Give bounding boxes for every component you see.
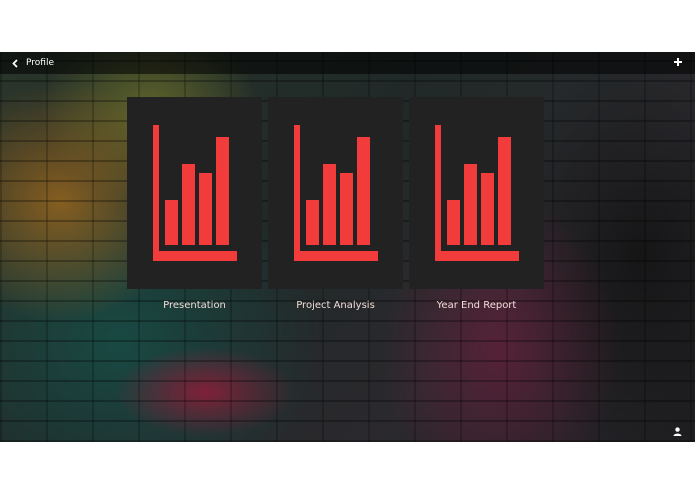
chevron-left-icon <box>12 58 18 68</box>
bar-chart-icon <box>293 125 378 261</box>
tile-card <box>127 97 262 289</box>
back-button[interactable]: Profile <box>12 56 54 70</box>
top-bar: Profile <box>0 52 695 74</box>
bar-chart-icon <box>434 125 519 261</box>
back-label: Profile <box>26 58 54 68</box>
tile-card <box>268 97 403 289</box>
reports-grid: Presentation Project Analysis Year End R… <box>127 97 547 311</box>
tile-project-analysis[interactable]: Project Analysis <box>268 97 403 311</box>
tile-presentation[interactable]: Presentation <box>127 97 262 311</box>
tile-year-end-report[interactable]: Year End Report <box>409 97 544 311</box>
tile-label: Year End Report <box>436 300 517 311</box>
tile-label: Project Analysis <box>296 300 375 311</box>
tile-label: Presentation <box>163 300 226 311</box>
tile-card <box>409 97 544 289</box>
app-screen: Profile Presentation Project Analysis Ye… <box>0 52 695 442</box>
user-icon[interactable] <box>673 427 682 436</box>
plus-icon[interactable] <box>673 57 683 67</box>
bar-chart-icon <box>152 125 237 261</box>
